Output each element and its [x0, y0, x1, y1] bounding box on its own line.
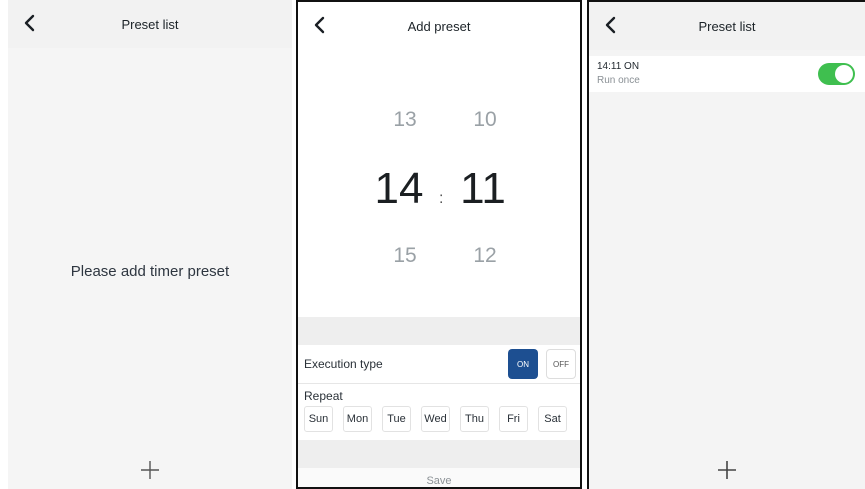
day-fri-button[interactable]: Fri — [499, 406, 528, 432]
back-icon[interactable] — [18, 11, 42, 35]
list-item[interactable]: 14:11 ON Run once — [589, 56, 865, 92]
empty-state-message: Please add timer preset — [70, 263, 230, 280]
hour-option[interactable]: 13 — [370, 108, 440, 132]
screen-empty-preset-list: Preset list Please add timer preset — [8, 0, 292, 489]
toggle-knob — [835, 65, 853, 83]
page-title: Preset list — [121, 16, 179, 32]
preset-toggle[interactable] — [818, 63, 855, 85]
day-selector: Sun Mon Tue Wed Thu Fri Sat — [304, 406, 567, 432]
day-sat-button[interactable]: Sat — [538, 406, 567, 432]
execution-type-label: Execution type — [304, 357, 383, 371]
day-sun-button[interactable]: Sun — [304, 406, 333, 432]
screen-preset-list: Preset list 14:11 ON Run once — [587, 0, 865, 489]
screen-add-preset: Add preset 13 10 14 : 11 15 12 Execution… — [296, 0, 582, 489]
add-preset-button[interactable] — [707, 459, 747, 485]
day-wed-button[interactable]: Wed — [421, 406, 450, 432]
page-title: Add preset — [407, 18, 471, 34]
hour-selected[interactable]: 14 — [364, 164, 434, 214]
execution-off-button[interactable]: OFF — [546, 349, 576, 379]
time-picker[interactable]: 13 10 14 : 11 15 12 — [298, 50, 580, 317]
header: Preset list — [589, 2, 865, 50]
back-icon[interactable] — [308, 13, 332, 37]
time-separator: : — [439, 190, 444, 207]
page-title: Preset list — [698, 18, 756, 34]
execution-on-button[interactable]: ON — [508, 349, 538, 379]
repeat-label: Repeat — [304, 389, 343, 403]
save-button[interactable]: Save — [298, 468, 580, 487]
plus-icon — [141, 461, 159, 479]
minute-option[interactable]: 10 — [450, 108, 520, 132]
preset-schedule: Run once — [597, 75, 640, 86]
day-mon-button[interactable]: Mon — [343, 406, 372, 432]
minute-option[interactable]: 12 — [450, 244, 520, 268]
divider — [298, 317, 580, 345]
hour-option[interactable]: 15 — [370, 244, 440, 268]
divider — [298, 440, 580, 468]
minute-selected[interactable]: 11 — [448, 164, 518, 214]
plus-icon — [718, 461, 736, 479]
day-tue-button[interactable]: Tue — [382, 406, 411, 432]
preset-time: 14:11 ON — [597, 61, 640, 72]
header: Add preset — [298, 2, 580, 50]
header: Preset list — [8, 0, 292, 48]
repeat-row: Repeat Sun Mon Tue Wed Thu Fri Sat — [298, 384, 580, 440]
add-preset-button[interactable] — [130, 459, 170, 485]
execution-type-row: Execution type ON OFF — [298, 345, 580, 384]
back-icon[interactable] — [599, 13, 623, 37]
day-thu-button[interactable]: Thu — [460, 406, 489, 432]
